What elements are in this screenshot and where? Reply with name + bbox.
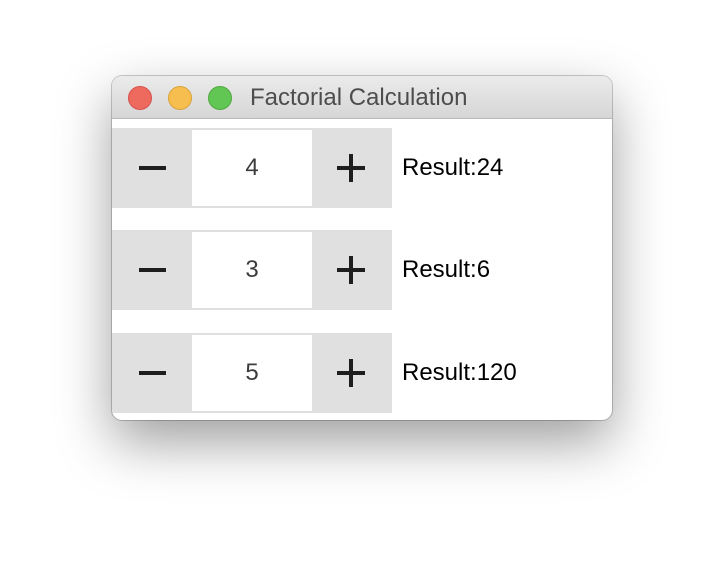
plus-icon	[337, 154, 365, 182]
decrement-button[interactable]	[112, 230, 192, 310]
value-display: 5	[192, 333, 312, 413]
minus-icon	[139, 371, 166, 375]
factorial-row: 3 Result:6	[112, 230, 612, 310]
result-label: Result:24	[402, 154, 504, 181]
decrement-button[interactable]	[112, 128, 192, 208]
increment-button[interactable]	[312, 333, 392, 413]
minus-icon	[139, 268, 166, 272]
factorial-row: 4 Result:24	[112, 128, 612, 208]
increment-button[interactable]	[312, 230, 392, 310]
title-bar[interactable]: Factorial Calculation	[112, 76, 612, 119]
plus-icon	[337, 359, 365, 387]
factorial-row: 5 Result:120	[112, 333, 612, 413]
maximize-button[interactable]	[208, 86, 232, 110]
plus-icon	[337, 256, 365, 284]
minus-icon	[139, 166, 166, 170]
decrement-button[interactable]	[112, 333, 192, 413]
result-label: Result:120	[402, 359, 517, 386]
value-display: 3	[192, 230, 312, 310]
app-window: Factorial Calculation 4 Result:24 3 Resu…	[112, 76, 612, 420]
close-button[interactable]	[128, 86, 152, 110]
window-title: Factorial Calculation	[250, 84, 468, 111]
increment-button[interactable]	[312, 128, 392, 208]
minimize-button[interactable]	[168, 86, 192, 110]
result-label: Result:6	[402, 256, 491, 283]
value-display: 4	[192, 128, 312, 208]
